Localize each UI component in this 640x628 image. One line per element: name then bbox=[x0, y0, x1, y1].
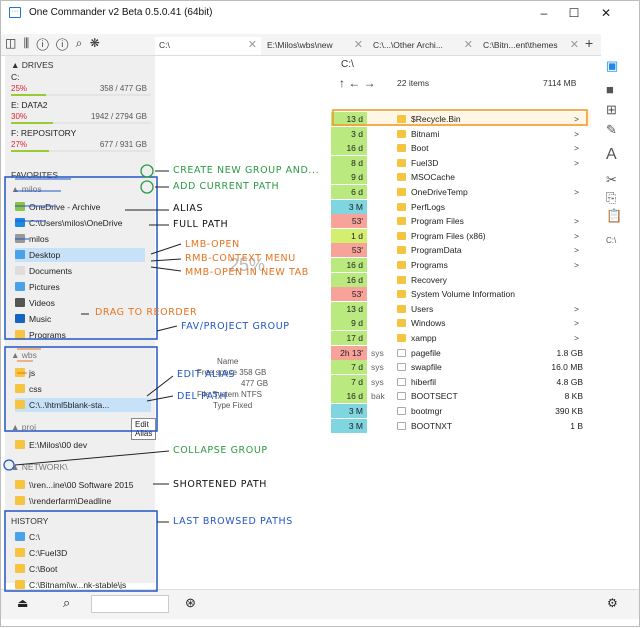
annotation-lmb: LMB-OPEN bbox=[185, 239, 240, 250]
annotation-last-browsed: LAST BROWSED PATHS bbox=[173, 516, 293, 527]
annotation-fav-group: FAV/PROJECT GROUP bbox=[181, 321, 290, 332]
annotation-full-path: FULL PATH bbox=[173, 219, 229, 230]
annotation-add-current: ADD CURRENT PATH bbox=[173, 181, 280, 192]
annotation-collapse: COLLAPSE GROUP bbox=[173, 445, 268, 456]
annotation-shortened: SHORTENED PATH bbox=[173, 479, 268, 490]
annotation-rmb: RMB-CONTEXT MENU bbox=[185, 253, 296, 264]
annotation-mmb: MMB-OPEN IN NEW TAB bbox=[185, 267, 309, 278]
annotation-drag: DRAG TO REORDER bbox=[95, 307, 198, 318]
annotation-create: CREATE NEW GROUP AND... bbox=[173, 165, 320, 176]
annotation-edit-alias: EDIT ALIAS bbox=[177, 369, 236, 380]
annotation-del-path: DEL PATH bbox=[177, 391, 228, 402]
annotation-alias: ALIAS bbox=[173, 203, 204, 214]
app-window: ··· One Commander v2 Beta 0.5.0.41 (64bi… bbox=[0, 0, 640, 627]
